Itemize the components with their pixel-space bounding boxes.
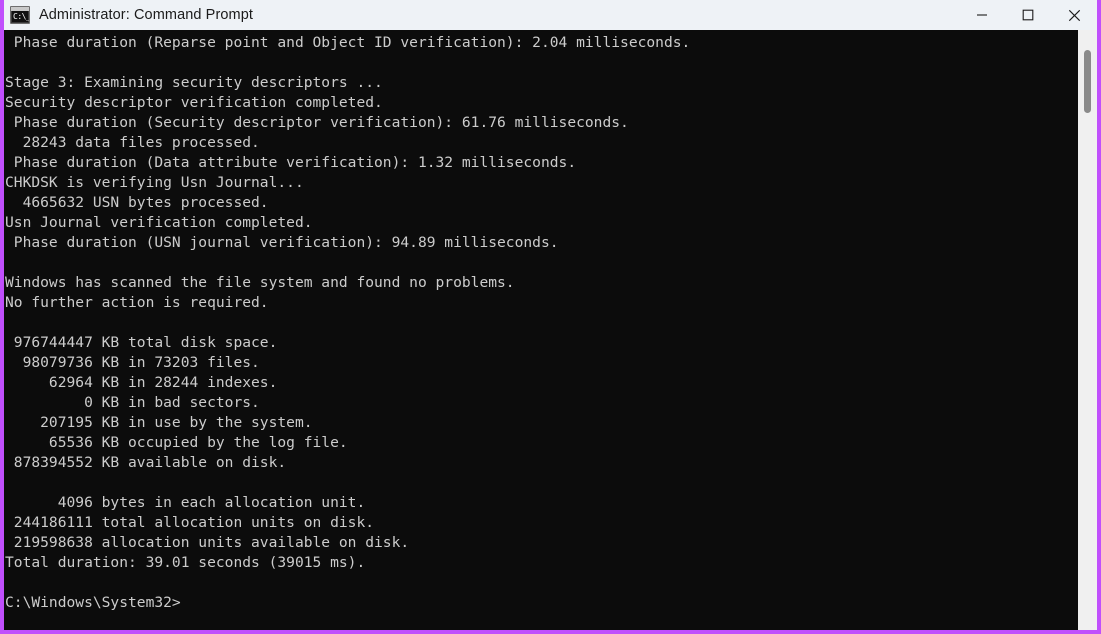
maximize-button[interactable]	[1005, 0, 1051, 30]
icon-prompt-text: C:\_	[13, 12, 30, 21]
window-controls	[959, 0, 1097, 30]
minimize-button[interactable]	[959, 0, 1005, 30]
command-prompt-window: C:\_ Administrator: Command Prompt Phase…	[0, 0, 1101, 634]
title-bar[interactable]: C:\_ Administrator: Command Prompt	[4, 0, 1097, 30]
maximize-icon	[1022, 9, 1034, 21]
window-title: Administrator: Command Prompt	[39, 7, 254, 23]
minimize-icon	[977, 14, 987, 16]
close-icon	[1068, 9, 1080, 21]
terminal-output-area[interactable]: Phase duration (Reparse point and Object…	[4, 30, 1078, 630]
title-bar-left: C:\_ Administrator: Command Prompt	[4, 6, 959, 24]
console-text: Phase duration (Reparse point and Object…	[5, 34, 691, 611]
command-prompt-icon: C:\_	[10, 6, 30, 24]
scrollbar-thumb[interactable]	[1084, 50, 1091, 113]
vertical-scrollbar[interactable]	[1078, 30, 1097, 630]
close-button[interactable]	[1051, 0, 1097, 30]
